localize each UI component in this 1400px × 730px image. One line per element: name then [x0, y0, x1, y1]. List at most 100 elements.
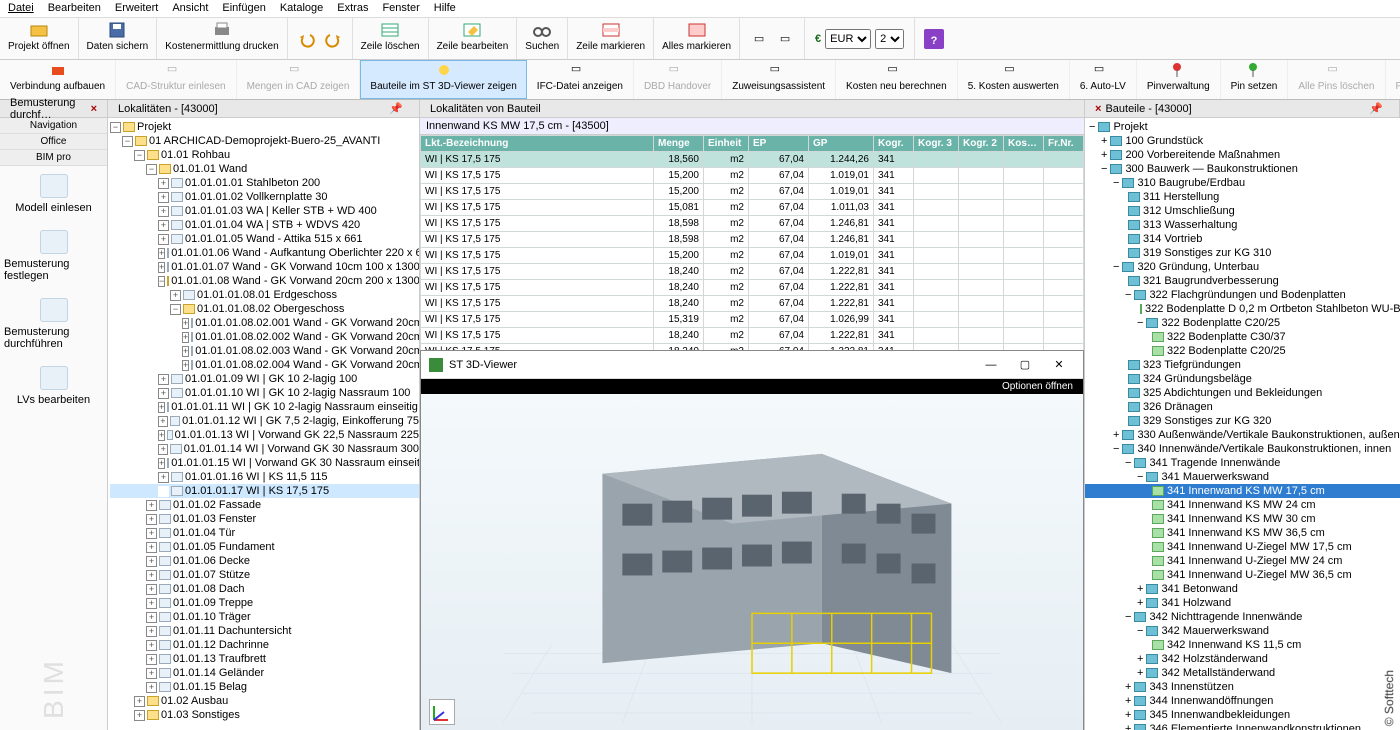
tree-node[interactable]: +341 Holzwand	[1085, 596, 1400, 610]
expand-icon[interactable]: +	[158, 416, 168, 427]
pin-prop-button[interactable]: ▭Pin Eigenschaften	[1386, 60, 1400, 99]
expand-icon[interactable]: +	[1125, 722, 1131, 730]
tree-node[interactable]: 341 Innenwand U-Ziegel MW 17,5 cm	[1085, 540, 1400, 554]
expand-icon[interactable]: −	[1137, 316, 1143, 330]
assign-assistant-button[interactable]: ▭Zuweisungsassistent	[722, 60, 836, 99]
expand-icon[interactable]: −	[1113, 442, 1119, 456]
tree-node[interactable]: +342 Metallständerwand	[1085, 666, 1400, 680]
sidebar-header-bim[interactable]: BIM pro	[0, 150, 107, 166]
expand-icon[interactable]: +	[146, 500, 157, 511]
tree-node[interactable]: 322 Bodenplatte C20/25	[1085, 344, 1400, 358]
tree-node[interactable]: 342 Innenwand KS 11,5 cm	[1085, 638, 1400, 652]
expand-icon[interactable]: −	[1113, 260, 1119, 274]
st3d-viewer-button[interactable]: Bauteile im ST 3D-Viewer zeigen	[360, 60, 526, 99]
minimize-button[interactable]: —	[975, 354, 1007, 376]
table-row[interactable]: WI | KS 17,5 17515,081m267,041.011,03341	[421, 200, 1084, 216]
tree-node[interactable]: −01.01.01.08.02 Obergeschoss	[110, 302, 419, 316]
expand-icon[interactable]: +	[1125, 680, 1131, 694]
tree-node[interactable]: +330 Außenwände/Vertikale Baukonstruktio…	[1085, 428, 1400, 442]
tree-node[interactable]: +01.01.01.06 Wand - Aufkantung Oberlicht…	[110, 246, 419, 260]
col-header[interactable]: EP	[749, 136, 809, 152]
tree-node[interactable]: −341 Mauerwerkswand	[1085, 470, 1400, 484]
col-header[interactable]: Kos…	[1004, 136, 1044, 152]
tree-node[interactable]: +341 Betonwand	[1085, 582, 1400, 596]
expand-icon[interactable]: +	[146, 682, 157, 693]
tree-node[interactable]: +01.03 Sonstiges	[110, 708, 419, 722]
tree-node[interactable]: −341 Tragende Innenwände	[1085, 456, 1400, 470]
expand-icon[interactable]: +	[134, 710, 145, 721]
print-button[interactable]: Kostenermittlung drucken	[157, 18, 287, 59]
tree-node[interactable]: +01.01.01.09 WI | GK 10 2-lagig 100	[110, 372, 419, 386]
sidebar-item-bemusterung-durchfuehren[interactable]: Bemusterung durchführen	[0, 290, 107, 358]
tree-node[interactable]: +01.01.01.04 WA | STB + WDVS 420	[110, 218, 419, 232]
expand-icon[interactable]: −	[1101, 162, 1107, 176]
pin-mgr-button[interactable]: Pinverwaltung	[1137, 60, 1221, 99]
maximize-button[interactable]: ▢	[1009, 354, 1041, 376]
tab-lokalitaeten-bauteil[interactable]: Lokalitäten von Bauteil	[420, 100, 1085, 117]
expand-icon[interactable]: +	[1137, 582, 1143, 596]
undo-button[interactable]	[296, 28, 318, 50]
menu-hilfe[interactable]: Hilfe	[434, 2, 456, 15]
tree-node[interactable]: +343 Innenstützen	[1085, 680, 1400, 694]
open-project-button[interactable]: Projekt öffnen	[0, 18, 79, 59]
tab-lokalitaeten[interactable]: Lokalitäten - [43000]📌	[108, 100, 420, 117]
expand-icon[interactable]: +	[146, 640, 157, 651]
expand-icon[interactable]: −	[146, 164, 157, 175]
tree-node[interactable]: +01.01.07 Stütze	[110, 568, 419, 582]
expand-icon[interactable]: +	[1101, 148, 1107, 162]
connect-button[interactable]: Verbindung aufbauen	[0, 60, 116, 99]
sidebar-item-modell-einlesen[interactable]: Modell einlesen	[0, 166, 107, 222]
tree-node[interactable]: +01.01.01.10 WI | GK 10 2-lagig Nassraum…	[110, 386, 419, 400]
tree-node[interactable]: 341 Innenwand KS MW 36,5 cm	[1085, 526, 1400, 540]
tree-node[interactable]: 321 Baugrundverbesserung	[1085, 274, 1400, 288]
tree-node[interactable]: −320 Gründung, Unterbau	[1085, 260, 1400, 274]
expand-icon[interactable]: +	[158, 262, 165, 273]
table-row[interactable]: WI | KS 17,5 17515,319m267,041.026,99341	[421, 312, 1084, 328]
expand-icon[interactable]: +	[146, 668, 157, 679]
expand-icon[interactable]: +	[158, 472, 169, 483]
axis-gizmo-icon[interactable]	[429, 699, 455, 725]
cost5-button[interactable]: ▭5. Kosten auswerten	[958, 60, 1070, 99]
tree-node[interactable]: +01.02 Ausbau	[110, 694, 419, 708]
pin-icon[interactable]: 📌	[1363, 102, 1389, 115]
expand-icon[interactable]: +	[158, 220, 169, 231]
tree-node[interactable]: +01.01.01.07 Wand - GK Vorwand 10cm 100 …	[110, 260, 419, 274]
expand-icon[interactable]: −	[1125, 456, 1131, 470]
tree-node[interactable]: 341 Innenwand KS MW 24 cm	[1085, 498, 1400, 512]
expand-icon[interactable]: −	[122, 136, 133, 147]
tree-node[interactable]: +01.01.13 Traufbrett	[110, 652, 419, 666]
table-row[interactable]: WI | KS 17,5 17518,240m267,041.222,81341	[421, 264, 1084, 280]
viewer-options-bar[interactable]: Optionen öffnen	[421, 379, 1083, 394]
tree-node[interactable]: +01.01.01.03 WA | Keller STB + WD 400	[110, 204, 419, 218]
table-row[interactable]: WI | KS 17,5 17515,200m267,041.019,01341	[421, 248, 1084, 264]
expand-icon[interactable]: +	[1125, 694, 1131, 708]
tree-node[interactable]: 01.01.01.17 WI | KS 17,5 175	[110, 484, 419, 498]
col-header[interactable]: Menge	[654, 136, 704, 152]
tree-node[interactable]: +01.01.01.01 Stahlbeton 200	[110, 176, 419, 190]
tree-node[interactable]: +01.01.01.05 Wand - Attika 515 x 661	[110, 232, 419, 246]
expand-icon[interactable]: +	[182, 332, 189, 343]
currency-code-select[interactable]: EUR	[825, 29, 871, 49]
tree-node[interactable]: +01.01.03 Fenster	[110, 512, 419, 526]
col-header[interactable]: Kogr. 2	[959, 136, 1004, 152]
expand-icon[interactable]: +	[146, 556, 157, 567]
tree-node[interactable]: +01.01.09 Treppe	[110, 596, 419, 610]
close-icon[interactable]: ×	[1095, 103, 1101, 115]
table-row[interactable]: WI | KS 17,5 17518,560m267,041.244,26341	[421, 152, 1084, 168]
tab-bemusterung[interactable]: Bemusterung durchf…×	[0, 100, 108, 117]
col-header[interactable]: Lkt.-Bezeichnung	[421, 136, 654, 152]
expand-icon[interactable]: −	[1137, 470, 1143, 484]
expand-icon[interactable]: +	[158, 444, 168, 455]
expand-icon[interactable]: +	[146, 654, 157, 665]
tree-node[interactable]: 341 Innenwand KS MW 30 cm	[1085, 512, 1400, 526]
menu-bearbeiten[interactable]: Bearbeiten	[48, 2, 101, 15]
tree-node[interactable]: 326 Dränagen	[1085, 400, 1400, 414]
col-header[interactable]: Fr.Nr.	[1044, 136, 1084, 152]
tree-node[interactable]: −300 Bauwerk — Baukonstruktionen	[1085, 162, 1400, 176]
expand-icon[interactable]: +	[182, 346, 189, 357]
tree-node[interactable]: 322 Bodenplatte C30/37	[1085, 330, 1400, 344]
tree-node[interactable]: +01.01.01.11 WI | GK 10 2-lagig Nassraum…	[110, 400, 419, 414]
tree-node[interactable]: +01.01.01.15 WI | Vorwand GK 30 Nassraum…	[110, 456, 419, 470]
expand-icon[interactable]: +	[1101, 134, 1107, 148]
tree-node[interactable]: +345 Innenwandbekleidungen	[1085, 708, 1400, 722]
